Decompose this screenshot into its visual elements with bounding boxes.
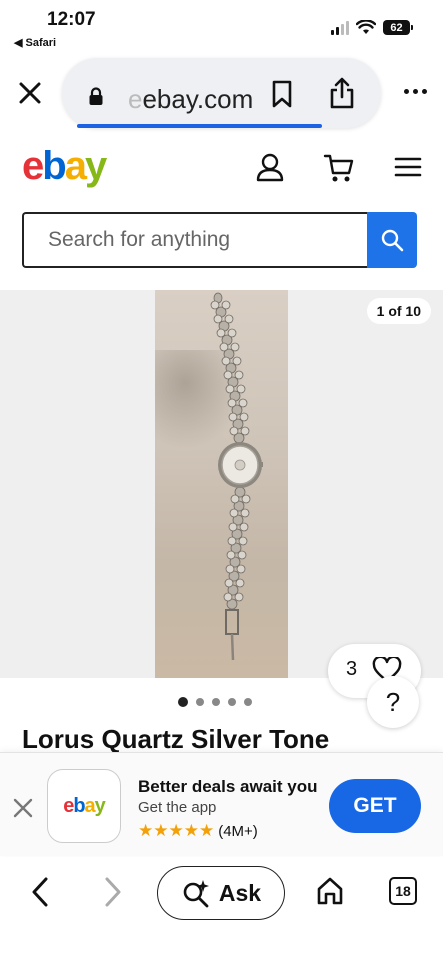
page-load-progress: [77, 124, 322, 128]
site-header: ebay: [0, 138, 443, 198]
image-counter: 1 of 10: [366, 298, 431, 324]
battery-level: 62: [383, 20, 410, 35]
search-input[interactable]: Search for anything: [22, 212, 368, 268]
pagination-dot[interactable]: [178, 697, 188, 707]
status-icons: 62: [331, 20, 413, 35]
banner-subtitle: Get the app: [138, 799, 217, 816]
ebay-logo[interactable]: ebay: [22, 144, 107, 189]
lock-icon: [89, 87, 103, 105]
more-options-icon[interactable]: [404, 89, 427, 94]
browser-bottom-toolbar: Ask 18: [0, 857, 443, 960]
listing-title: Lorus Quartz Silver Tone: [22, 724, 330, 754]
status-time: 12:07: [47, 9, 96, 30]
menu-icon[interactable]: [394, 156, 422, 178]
get-app-button[interactable]: GET: [329, 779, 421, 833]
app-rating: ★★★★★ (4M+): [138, 821, 258, 841]
forward-arrow-icon[interactable]: [101, 875, 125, 909]
battery-icon: 62: [383, 20, 413, 35]
star-rating-icon: ★★★★★: [138, 821, 215, 840]
pagination-dot[interactable]: [212, 698, 220, 706]
product-image-gallery[interactable]: 1 of 10: [0, 290, 443, 678]
close-icon[interactable]: [12, 797, 34, 819]
ask-label: Ask: [218, 879, 262, 906]
bookmark-icon[interactable]: [270, 80, 294, 108]
help-button[interactable]: ?: [367, 676, 419, 728]
browser-toolbar: eebay.com: [0, 52, 443, 132]
user-account-icon[interactable]: [255, 152, 285, 182]
cellular-signal-icon: [331, 20, 349, 35]
wifi-icon: [356, 20, 376, 34]
watch-image: [155, 292, 263, 661]
search-button[interactable]: [367, 212, 417, 268]
back-arrow-icon[interactable]: [28, 875, 52, 909]
share-icon[interactable]: [328, 76, 356, 110]
sparkle-search-icon: [183, 880, 209, 908]
app-install-banner: ebay Better deals await you Get the app …: [0, 752, 443, 856]
url-text: eebay.com: [128, 84, 254, 114]
search-bar: Search for anything: [22, 212, 417, 268]
search-icon: [381, 229, 404, 252]
back-to-safari-link[interactable]: ◀ Safari: [14, 36, 56, 49]
ask-button[interactable]: Ask: [157, 866, 285, 920]
address-bar[interactable]: eebay.com: [62, 58, 381, 128]
watch-count: 3: [346, 658, 358, 680]
status-bar: 12:07 ◀ Safari 62: [0, 0, 443, 52]
product-photo[interactable]: [155, 290, 288, 678]
banner-title: Better deals await you: [138, 777, 318, 796]
close-icon[interactable]: [15, 78, 45, 108]
pagination-dot[interactable]: [228, 698, 236, 706]
tab-count-button[interactable]: 18: [389, 877, 417, 905]
shopping-cart-icon[interactable]: [323, 152, 355, 184]
home-icon[interactable]: [316, 876, 344, 906]
ebay-app-icon: ebay: [47, 769, 121, 843]
pagination-dot[interactable]: [244, 698, 252, 706]
pagination-dot[interactable]: [196, 698, 204, 706]
rating-count: (4M+): [218, 822, 258, 840]
image-pagination-dots: [178, 697, 252, 707]
